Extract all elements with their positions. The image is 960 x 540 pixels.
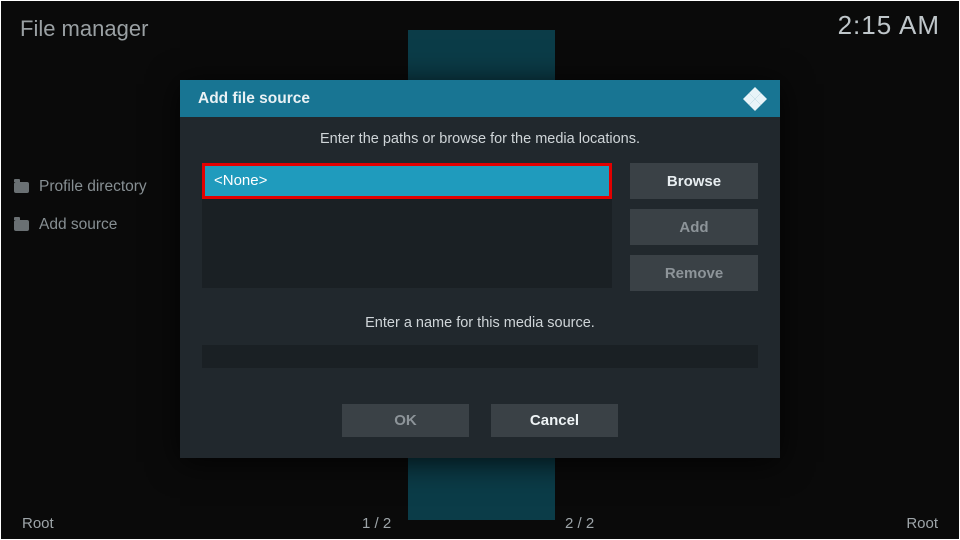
footer: Root 1 / 2 2 / 2 Root bbox=[0, 506, 960, 540]
paths-list: <None> bbox=[202, 163, 612, 288]
remove-button[interactable]: Remove bbox=[630, 255, 758, 291]
footer-root-left: Root bbox=[22, 515, 54, 532]
dialog-titlebar: Add file source bbox=[180, 80, 780, 117]
footer-pager-right: 2 / 2 bbox=[565, 515, 594, 532]
path-input[interactable]: <None> bbox=[202, 163, 612, 199]
page-title: File manager bbox=[20, 16, 148, 42]
paths-prompt: Enter the paths or browse for the media … bbox=[202, 131, 758, 147]
add-file-source-dialog: Add file source Enter the paths or brows… bbox=[180, 80, 780, 458]
footer-root-right: Root bbox=[906, 515, 938, 532]
browse-button[interactable]: Browse bbox=[630, 163, 758, 199]
kodi-logo-icon bbox=[742, 86, 768, 112]
dialog-title: Add file source bbox=[198, 90, 310, 108]
add-button[interactable]: Add bbox=[630, 209, 758, 245]
cancel-button[interactable]: Cancel bbox=[491, 404, 618, 437]
sidebar-item-label: Profile directory bbox=[39, 178, 147, 196]
folder-icon bbox=[14, 220, 29, 231]
name-prompt: Enter a name for this media source. bbox=[202, 315, 758, 331]
sidebar-item-label: Add source bbox=[39, 216, 117, 234]
folder-icon bbox=[14, 182, 29, 193]
source-name-input[interactable] bbox=[202, 345, 758, 368]
clock: 2:15 AM bbox=[838, 10, 940, 41]
footer-pager-left: 1 / 2 bbox=[362, 515, 391, 532]
ok-button[interactable]: OK bbox=[342, 404, 469, 437]
